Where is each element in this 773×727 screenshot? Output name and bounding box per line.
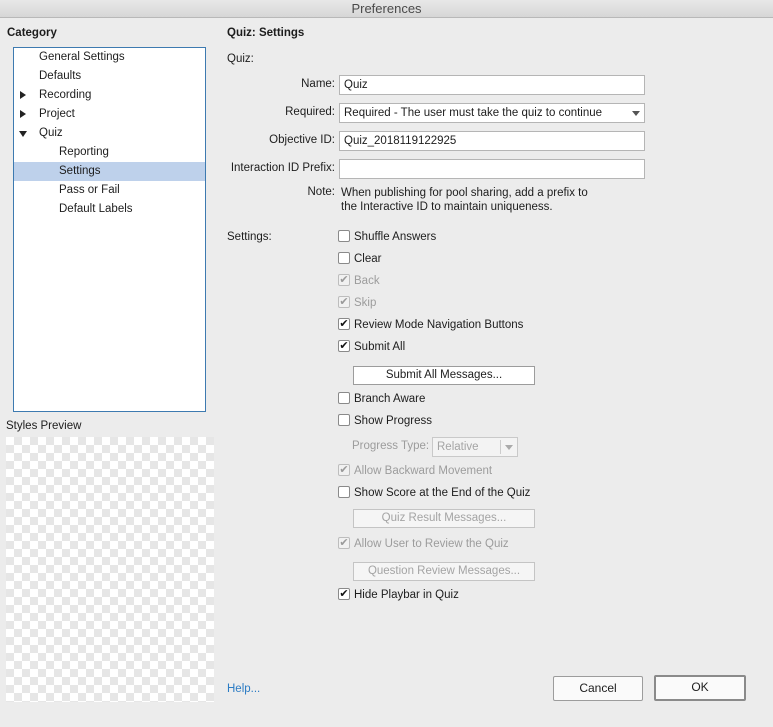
- triangle-down-icon[interactable]: [19, 131, 27, 137]
- progress-type-value: Relative: [437, 441, 479, 453]
- sidebar-item-general-settings[interactable]: General Settings: [14, 48, 205, 67]
- quiz-result-messages-button: Quiz Result Messages...: [353, 509, 535, 528]
- sidebar-item-defaults[interactable]: Defaults: [14, 67, 205, 86]
- clear-checkbox[interactable]: [338, 252, 350, 264]
- note-line-1: When publishing for pool sharing, add a …: [341, 187, 588, 199]
- required-select-value: Required - The user must take the quiz t…: [344, 107, 603, 119]
- objective-id-label: Objective ID:: [269, 134, 335, 146]
- note-label: Note:: [307, 186, 336, 198]
- checkbox-label: Show Progress: [354, 415, 432, 427]
- review-mode-nav-checkbox[interactable]: ✔: [338, 318, 350, 330]
- sidebar-item-label: Pass or Fail: [59, 184, 120, 196]
- skip-checkbox: ✔: [338, 296, 350, 308]
- settings-label: Settings:: [227, 231, 272, 243]
- objective-id-field[interactable]: Quiz_2018119122925: [339, 131, 645, 151]
- window-title: Preferences: [0, 0, 773, 18]
- triangle-right-icon[interactable]: [20, 110, 26, 118]
- checkbox-label: Branch Aware: [354, 393, 426, 405]
- select-divider: [500, 440, 501, 454]
- checkbox-label: Show Score at the End of the Quiz: [354, 487, 531, 499]
- checkbox-label: Submit All: [354, 341, 406, 353]
- checkbox-label: Hide Playbar in Quiz: [354, 589, 459, 601]
- note-line-2: the Interactive ID to maintain uniquenes…: [341, 201, 553, 213]
- required-label: Required:: [285, 106, 335, 118]
- sidebar-item-pass-or-fail[interactable]: Pass or Fail: [14, 181, 205, 200]
- ok-button[interactable]: OK: [654, 675, 746, 701]
- chevron-down-icon: [505, 445, 513, 450]
- checkbox-label: Back: [354, 275, 380, 287]
- interaction-prefix-field[interactable]: [339, 159, 645, 179]
- branch-aware-checkbox[interactable]: [338, 392, 350, 404]
- styles-preview-label: Styles Preview: [6, 420, 82, 432]
- show-score-checkbox[interactable]: [338, 486, 350, 498]
- sidebar-item-label: General Settings: [39, 51, 125, 63]
- category-label: Category: [7, 27, 57, 39]
- sidebar-item-settings[interactable]: Settings: [14, 162, 205, 181]
- interaction-prefix-label: Interaction ID Prefix:: [230, 162, 335, 174]
- hide-playbar-checkbox[interactable]: ✔: [338, 588, 350, 600]
- checkbox-label: Allow Backward Movement: [354, 465, 493, 477]
- page-title: Quiz: Settings: [227, 27, 305, 39]
- checkbox-label: Allow User to Review the Quiz: [354, 538, 509, 550]
- checkbox-label: Review Mode Navigation Buttons: [354, 319, 524, 331]
- sidebar-item-quiz[interactable]: Quiz: [14, 124, 205, 143]
- progress-type-select: Relative: [432, 437, 518, 457]
- sidebar-item-label: Project: [39, 108, 75, 120]
- checkbox-label: Clear: [354, 253, 382, 265]
- triangle-right-icon[interactable]: [20, 91, 26, 99]
- shuffle-answers-checkbox[interactable]: [338, 230, 350, 242]
- allow-backward-checkbox: ✔: [338, 464, 350, 476]
- sidebar-item-label: Quiz: [39, 127, 63, 139]
- allow-review-checkbox: ✔: [338, 537, 350, 549]
- sidebar-item-reporting[interactable]: Reporting: [14, 143, 205, 162]
- chevron-down-icon: [632, 111, 640, 116]
- note-text: When publishing for pool sharing, add a …: [341, 186, 631, 214]
- checkbox-label: Shuffle Answers: [354, 231, 437, 243]
- back-checkbox: ✔: [338, 274, 350, 286]
- sidebar-item-default-labels[interactable]: Default Labels: [14, 200, 205, 219]
- required-select[interactable]: Required - The user must take the quiz t…: [339, 103, 645, 123]
- cancel-button[interactable]: Cancel: [553, 676, 643, 701]
- progress-type-label: Progress Type:: [352, 440, 430, 452]
- category-tree[interactable]: General Settings Defaults Recording Proj…: [13, 47, 206, 412]
- help-link[interactable]: Help...: [227, 683, 260, 695]
- styles-preview: [6, 437, 214, 702]
- sidebar-item-project[interactable]: Project: [14, 105, 205, 124]
- name-label: Name:: [301, 78, 335, 90]
- show-progress-checkbox[interactable]: [338, 414, 350, 426]
- quiz-section-label: Quiz:: [227, 53, 254, 65]
- name-field[interactable]: Quiz: [339, 75, 645, 95]
- sidebar-item-recording[interactable]: Recording: [14, 86, 205, 105]
- sidebar-item-label: Recording: [39, 89, 92, 101]
- sidebar-item-label: Default Labels: [59, 203, 133, 215]
- sidebar-item-label: Defaults: [39, 70, 82, 82]
- sidebar-item-label: Settings: [59, 165, 101, 177]
- submit-all-messages-button[interactable]: Submit All Messages...: [353, 366, 535, 385]
- submit-all-checkbox[interactable]: ✔: [338, 340, 350, 352]
- sidebar-item-label: Reporting: [59, 146, 109, 158]
- question-review-messages-button: Question Review Messages...: [353, 562, 535, 581]
- checkbox-label: Skip: [354, 297, 377, 309]
